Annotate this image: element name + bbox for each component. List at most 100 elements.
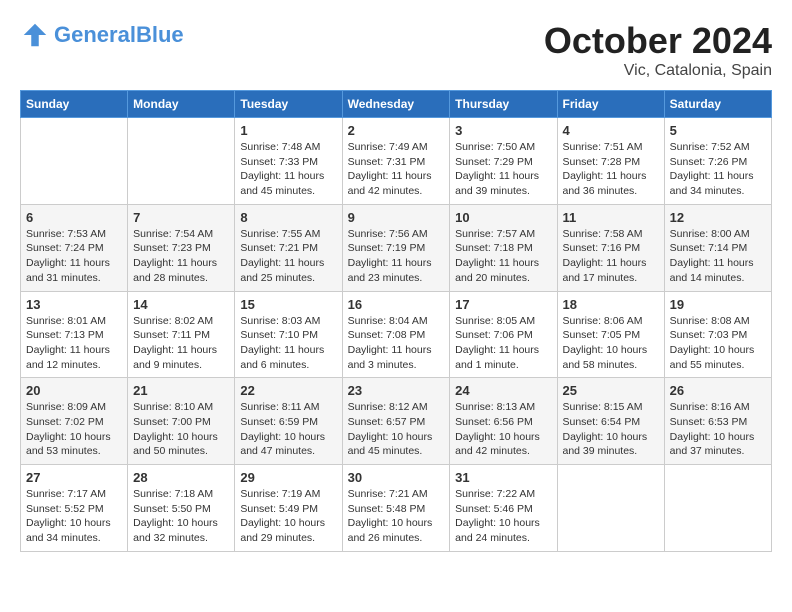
weekday-header-cell: Saturday (664, 91, 771, 118)
calendar-day-cell: 20 Sunrise: 8:09 AM Sunset: 7:02 PM Dayli… (21, 378, 128, 465)
calendar-day-cell: 31Sunrise: 7:22 AM Sunset: 5:46 PM Dayli… (450, 465, 557, 552)
day-number: 23 (348, 383, 445, 398)
day-detail: Sunrise: 7:22 AM Sunset: 5:46 PM Dayligh… (455, 487, 551, 546)
day-number: 10 (455, 210, 551, 225)
day-detail: Sunrise: 7:58 AM Sunset: 7:16 PM Dayligh… (563, 227, 659, 286)
day-detail: Sunrise: 7:18 AM Sunset: 5:50 PM Dayligh… (133, 487, 229, 546)
day-number: 25 (563, 383, 659, 398)
calendar-day-cell: 24Sunrise: 8:13 AM Sunset: 6:56 PM Dayli… (450, 378, 557, 465)
day-detail: Sunrise: 8:06 AM Sunset: 7:05 PM Dayligh… (563, 314, 659, 373)
day-detail: Sunrise: 8:02 AM Sunset: 7:11 PM Dayligh… (133, 314, 229, 373)
day-detail: Sunrise: 7:52 AM Sunset: 7:26 PM Dayligh… (670, 140, 766, 199)
calendar-day-cell: 17Sunrise: 8:05 AM Sunset: 7:06 PM Dayli… (450, 291, 557, 378)
day-number: 26 (670, 383, 766, 398)
calendar-day-cell: 12 Sunrise: 8:00 AM Sunset: 7:14 PM Dayli… (664, 204, 771, 291)
weekday-header-cell: Friday (557, 91, 664, 118)
weekday-header-cell: Tuesday (235, 91, 342, 118)
calendar-day-cell: 25 Sunrise: 8:15 AM Sunset: 6:54 PM Dayli… (557, 378, 664, 465)
calendar-day-cell: 26 Sunrise: 8:16 AM Sunset: 6:53 PM Dayli… (664, 378, 771, 465)
day-number: 16 (348, 297, 445, 312)
day-detail: Sunrise: 7:19 AM Sunset: 5:49 PM Dayligh… (240, 487, 336, 546)
calendar-day-cell: 19 Sunrise: 8:08 AM Sunset: 7:03 PM Dayli… (664, 291, 771, 378)
calendar-day-cell: 7 Sunrise: 7:54 AM Sunset: 7:23 PM Daylig… (128, 204, 235, 291)
calendar-day-cell: 9 Sunrise: 7:56 AM Sunset: 7:19 PM Daylig… (342, 204, 450, 291)
calendar-week-row: 13Sunrise: 8:01 AM Sunset: 7:13 PM Dayli… (21, 291, 772, 378)
calendar-day-cell: 28Sunrise: 7:18 AM Sunset: 5:50 PM Dayli… (128, 465, 235, 552)
day-detail: Sunrise: 7:56 AM Sunset: 7:19 PM Dayligh… (348, 227, 445, 286)
day-number: 11 (563, 210, 659, 225)
calendar-day-cell: 23 Sunrise: 8:12 AM Sunset: 6:57 PM Dayli… (342, 378, 450, 465)
page-header: GeneralBlue October 2024 Vic, Catalonia,… (20, 20, 772, 80)
day-detail: Sunrise: 8:16 AM Sunset: 6:53 PM Dayligh… (670, 400, 766, 459)
day-detail: Sunrise: 8:09 AM Sunset: 7:02 PM Dayligh… (26, 400, 122, 459)
day-number: 6 (26, 210, 122, 225)
day-number: 5 (670, 123, 766, 138)
day-number: 22 (240, 383, 336, 398)
logo-icon (20, 20, 50, 50)
day-detail: Sunrise: 8:00 AM Sunset: 7:14 PM Dayligh… (670, 227, 766, 286)
day-number: 8 (240, 210, 336, 225)
day-detail: Sunrise: 8:08 AM Sunset: 7:03 PM Dayligh… (670, 314, 766, 373)
weekday-header-cell: Sunday (21, 91, 128, 118)
calendar-day-cell: 21Sunrise: 8:10 AM Sunset: 7:00 PM Dayli… (128, 378, 235, 465)
calendar-day-cell (664, 465, 771, 552)
day-detail: Sunrise: 7:49 AM Sunset: 7:31 PM Dayligh… (348, 140, 445, 199)
calendar-day-cell: 13Sunrise: 8:01 AM Sunset: 7:13 PM Dayli… (21, 291, 128, 378)
calendar-day-cell: 4Sunrise: 7:51 AM Sunset: 7:28 PM Daylig… (557, 118, 664, 205)
calendar-day-cell (21, 118, 128, 205)
calendar-day-cell: 14 Sunrise: 8:02 AM Sunset: 7:11 PM Dayli… (128, 291, 235, 378)
logo-blue: Blue (136, 22, 184, 47)
day-detail: Sunrise: 7:54 AM Sunset: 7:23 PM Dayligh… (133, 227, 229, 286)
day-number: 30 (348, 470, 445, 485)
day-number: 1 (240, 123, 336, 138)
day-detail: Sunrise: 7:51 AM Sunset: 7:28 PM Dayligh… (563, 140, 659, 199)
day-detail: Sunrise: 8:12 AM Sunset: 6:57 PM Dayligh… (348, 400, 445, 459)
calendar-day-cell: 3Sunrise: 7:50 AM Sunset: 7:29 PM Daylig… (450, 118, 557, 205)
day-detail: Sunrise: 7:17 AM Sunset: 5:52 PM Dayligh… (26, 487, 122, 546)
day-detail: Sunrise: 7:21 AM Sunset: 5:48 PM Dayligh… (348, 487, 445, 546)
calendar-day-cell: 22 Sunrise: 8:11 AM Sunset: 6:59 PM Dayli… (235, 378, 342, 465)
day-detail: Sunrise: 8:04 AM Sunset: 7:08 PM Dayligh… (348, 314, 445, 373)
calendar-day-cell: 11 Sunrise: 7:58 AM Sunset: 7:16 PM Dayli… (557, 204, 664, 291)
day-detail: Sunrise: 8:13 AM Sunset: 6:56 PM Dayligh… (455, 400, 551, 459)
calendar-day-cell: 6 Sunrise: 7:53 AM Sunset: 7:24 PM Daylig… (21, 204, 128, 291)
day-number: 18 (563, 297, 659, 312)
calendar-day-cell: 8 Sunrise: 7:55 AM Sunset: 7:21 PM Daylig… (235, 204, 342, 291)
logo: GeneralBlue (20, 20, 184, 50)
calendar-week-row: 20 Sunrise: 8:09 AM Sunset: 7:02 PM Dayli… (21, 378, 772, 465)
day-number: 17 (455, 297, 551, 312)
calendar-week-row: 1 Sunrise: 7:48 AM Sunset: 7:33 PM Daylig… (21, 118, 772, 205)
calendar-day-cell (557, 465, 664, 552)
calendar-day-cell: 16 Sunrise: 8:04 AM Sunset: 7:08 PM Dayli… (342, 291, 450, 378)
day-number: 13 (26, 297, 122, 312)
day-number: 9 (348, 210, 445, 225)
day-detail: Sunrise: 8:11 AM Sunset: 6:59 PM Dayligh… (240, 400, 336, 459)
day-number: 12 (670, 210, 766, 225)
calendar-day-cell: 2Sunrise: 7:49 AM Sunset: 7:31 PM Daylig… (342, 118, 450, 205)
day-detail: Sunrise: 8:15 AM Sunset: 6:54 PM Dayligh… (563, 400, 659, 459)
calendar-day-cell: 18 Sunrise: 8:06 AM Sunset: 7:05 PM Dayli… (557, 291, 664, 378)
calendar-day-cell: 5 Sunrise: 7:52 AM Sunset: 7:26 PM Daylig… (664, 118, 771, 205)
day-number: 14 (133, 297, 229, 312)
day-number: 15 (240, 297, 336, 312)
day-detail: Sunrise: 7:55 AM Sunset: 7:21 PM Dayligh… (240, 227, 336, 286)
calendar-day-cell (128, 118, 235, 205)
day-detail: Sunrise: 7:53 AM Sunset: 7:24 PM Dayligh… (26, 227, 122, 286)
calendar-day-cell: 29Sunrise: 7:19 AM Sunset: 5:49 PM Dayli… (235, 465, 342, 552)
calendar-day-cell: 10Sunrise: 7:57 AM Sunset: 7:18 PM Dayli… (450, 204, 557, 291)
calendar-table: SundayMondayTuesdayWednesdayThursdayFrid… (20, 90, 772, 552)
calendar-body: 1 Sunrise: 7:48 AM Sunset: 7:33 PM Daylig… (21, 118, 772, 552)
day-detail: Sunrise: 7:48 AM Sunset: 7:33 PM Dayligh… (240, 140, 336, 199)
day-number: 19 (670, 297, 766, 312)
day-number: 7 (133, 210, 229, 225)
day-number: 3 (455, 123, 551, 138)
weekday-header-cell: Monday (128, 91, 235, 118)
day-number: 20 (26, 383, 122, 398)
calendar-day-cell: 15 Sunrise: 8:03 AM Sunset: 7:10 PM Dayli… (235, 291, 342, 378)
calendar-day-cell: 27 Sunrise: 7:17 AM Sunset: 5:52 PM Dayli… (21, 465, 128, 552)
day-detail: Sunrise: 8:03 AM Sunset: 7:10 PM Dayligh… (240, 314, 336, 373)
logo-general: General (54, 22, 136, 47)
title-block: October 2024 Vic, Catalonia, Spain (544, 20, 772, 80)
day-number: 27 (26, 470, 122, 485)
day-detail: Sunrise: 8:10 AM Sunset: 7:00 PM Dayligh… (133, 400, 229, 459)
